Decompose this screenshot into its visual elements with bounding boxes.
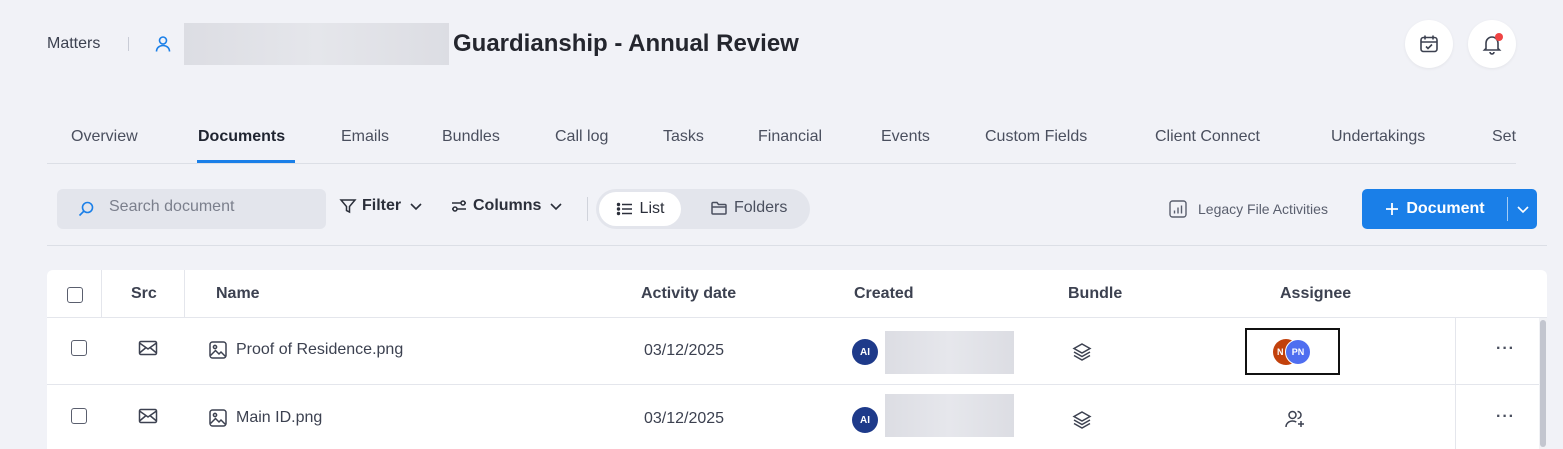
tab-events[interactable]: Events	[881, 128, 930, 146]
tab-undertakings[interactable]: Undertakings	[1331, 128, 1425, 146]
split-divider	[1507, 197, 1508, 221]
breadcrumb-separator	[128, 37, 129, 51]
tab-bundles[interactable]: Bundles	[442, 128, 500, 146]
row-more-button[interactable]: ···	[1496, 408, 1515, 426]
redacted-created-by	[885, 394, 1014, 437]
matter-tabs: Overview Documents Emails Bundles Call l…	[47, 113, 1516, 164]
image-file-icon	[209, 409, 227, 427]
document-name[interactable]: Main ID.png	[208, 408, 322, 428]
image-file-icon	[209, 341, 227, 359]
document-name-text: Main ID.png	[236, 409, 323, 426]
legacy-file-activities-button[interactable]: Legacy File Activities	[1168, 199, 1328, 219]
plus-icon	[1386, 203, 1399, 215]
header-name[interactable]: Name	[216, 285, 260, 303]
toolbar-divider	[587, 197, 588, 221]
bar-chart-icon	[1169, 200, 1187, 218]
created-by-avatar: AI	[852, 339, 878, 365]
tab-documents[interactable]: Documents	[198, 128, 285, 146]
columns-button[interactable]: Columns	[450, 197, 563, 215]
tab-financial[interactable]: Financial	[758, 128, 822, 146]
email-icon	[138, 340, 158, 356]
breadcrumb-matters[interactable]: Matters	[47, 35, 100, 53]
select-all-checkbox[interactable]	[67, 287, 83, 303]
row-checkbox[interactable]	[71, 340, 87, 356]
column-divider	[184, 270, 185, 318]
table-header: Src Name Activity date Created Bundle As…	[47, 270, 1547, 318]
document-name[interactable]: Proof of Residence.png	[208, 340, 403, 360]
calendar-button[interactable]	[1405, 20, 1453, 68]
calendar-check-icon	[1420, 35, 1438, 53]
add-document-label: Document	[1406, 200, 1485, 217]
column-divider	[101, 270, 102, 318]
filter-label: Filter	[362, 197, 402, 214]
legacy-label: Legacy File Activities	[1198, 201, 1328, 217]
folder-icon	[711, 201, 727, 215]
activity-date: 03/12/2025	[644, 410, 725, 427]
active-tab-indicator	[197, 160, 295, 163]
tab-tasks[interactable]: Tasks	[663, 128, 704, 146]
layers-icon[interactable]	[1072, 410, 1092, 430]
search-icon	[78, 201, 94, 217]
toolbar-divider-line	[47, 245, 1547, 246]
documents-toolbar: Filter Columns List	[47, 180, 1547, 240]
header-src[interactable]: Src	[131, 285, 157, 303]
tab-settings[interactable]: Set	[1492, 128, 1516, 146]
layers-icon[interactable]	[1072, 342, 1092, 362]
created-by-avatar: AI	[852, 407, 878, 433]
folders-label: Folders	[734, 199, 788, 216]
add-assignee-icon[interactable]	[1284, 408, 1306, 430]
redacted-client-name	[184, 23, 449, 65]
document-name-text: Proof of Residence.png	[236, 341, 404, 358]
assignee-avatars[interactable]: N PN	[1245, 328, 1340, 375]
tab-overview[interactable]: Overview	[71, 128, 138, 146]
row-more-button[interactable]: ···	[1496, 340, 1515, 358]
search-box[interactable]	[57, 189, 326, 229]
page-title: Guardianship - Annual Review	[453, 30, 799, 57]
table-row[interactable]: Main ID.png 03/12/2025 AI ···	[47, 386, 1547, 449]
notifications-button[interactable]	[1468, 20, 1516, 68]
page-header: Matters Guardianship - Annual Review	[0, 0, 1563, 90]
columns-label: Columns	[473, 197, 542, 214]
view-toggle: List Folders	[596, 189, 810, 229]
filter-icon	[339, 199, 357, 214]
notification-dot	[1495, 33, 1503, 41]
header-activity-date[interactable]: Activity date	[641, 285, 736, 303]
documents-table: Src Name Activity date Created Bundle As…	[47, 270, 1547, 449]
folders-view-button[interactable]: Folders	[710, 199, 787, 217]
add-document-button[interactable]: Document	[1362, 189, 1507, 229]
chevron-down-icon	[1517, 206, 1529, 214]
scrollbar-thumb[interactable]	[1540, 320, 1546, 447]
header-bundle[interactable]: Bundle	[1068, 285, 1122, 303]
add-document-split-button: Document	[1362, 189, 1537, 229]
sliders-icon	[452, 200, 466, 212]
table-row[interactable]: Proof of Residence.png 03/12/2025 AI N P…	[47, 318, 1547, 385]
tab-client-connect[interactable]: Client Connect	[1155, 128, 1260, 146]
redacted-created-by	[885, 331, 1014, 374]
tab-call-log[interactable]: Call log	[555, 128, 608, 146]
table-scrollbar[interactable]	[1539, 318, 1547, 449]
list-label: List	[639, 200, 665, 217]
assignee-avatar: PN	[1285, 339, 1311, 365]
header-assignee[interactable]: Assignee	[1280, 285, 1351, 303]
chevron-down-icon	[550, 203, 563, 211]
client-user-icon[interactable]	[153, 34, 173, 54]
tab-custom-fields[interactable]: Custom Fields	[985, 128, 1087, 146]
list-icon	[616, 202, 632, 216]
activity-date: 03/12/2025	[644, 342, 725, 359]
list-view-button[interactable]: List	[599, 192, 681, 226]
chevron-down-icon	[410, 203, 422, 211]
search-input[interactable]	[109, 198, 309, 216]
actions-column-divider	[1455, 318, 1456, 449]
email-icon	[138, 408, 158, 424]
header-created[interactable]: Created	[854, 285, 914, 303]
filter-button[interactable]: Filter	[339, 197, 423, 215]
tab-emails[interactable]: Emails	[341, 128, 389, 146]
row-checkbox[interactable]	[71, 408, 87, 424]
add-document-dropdown[interactable]	[1509, 189, 1537, 229]
